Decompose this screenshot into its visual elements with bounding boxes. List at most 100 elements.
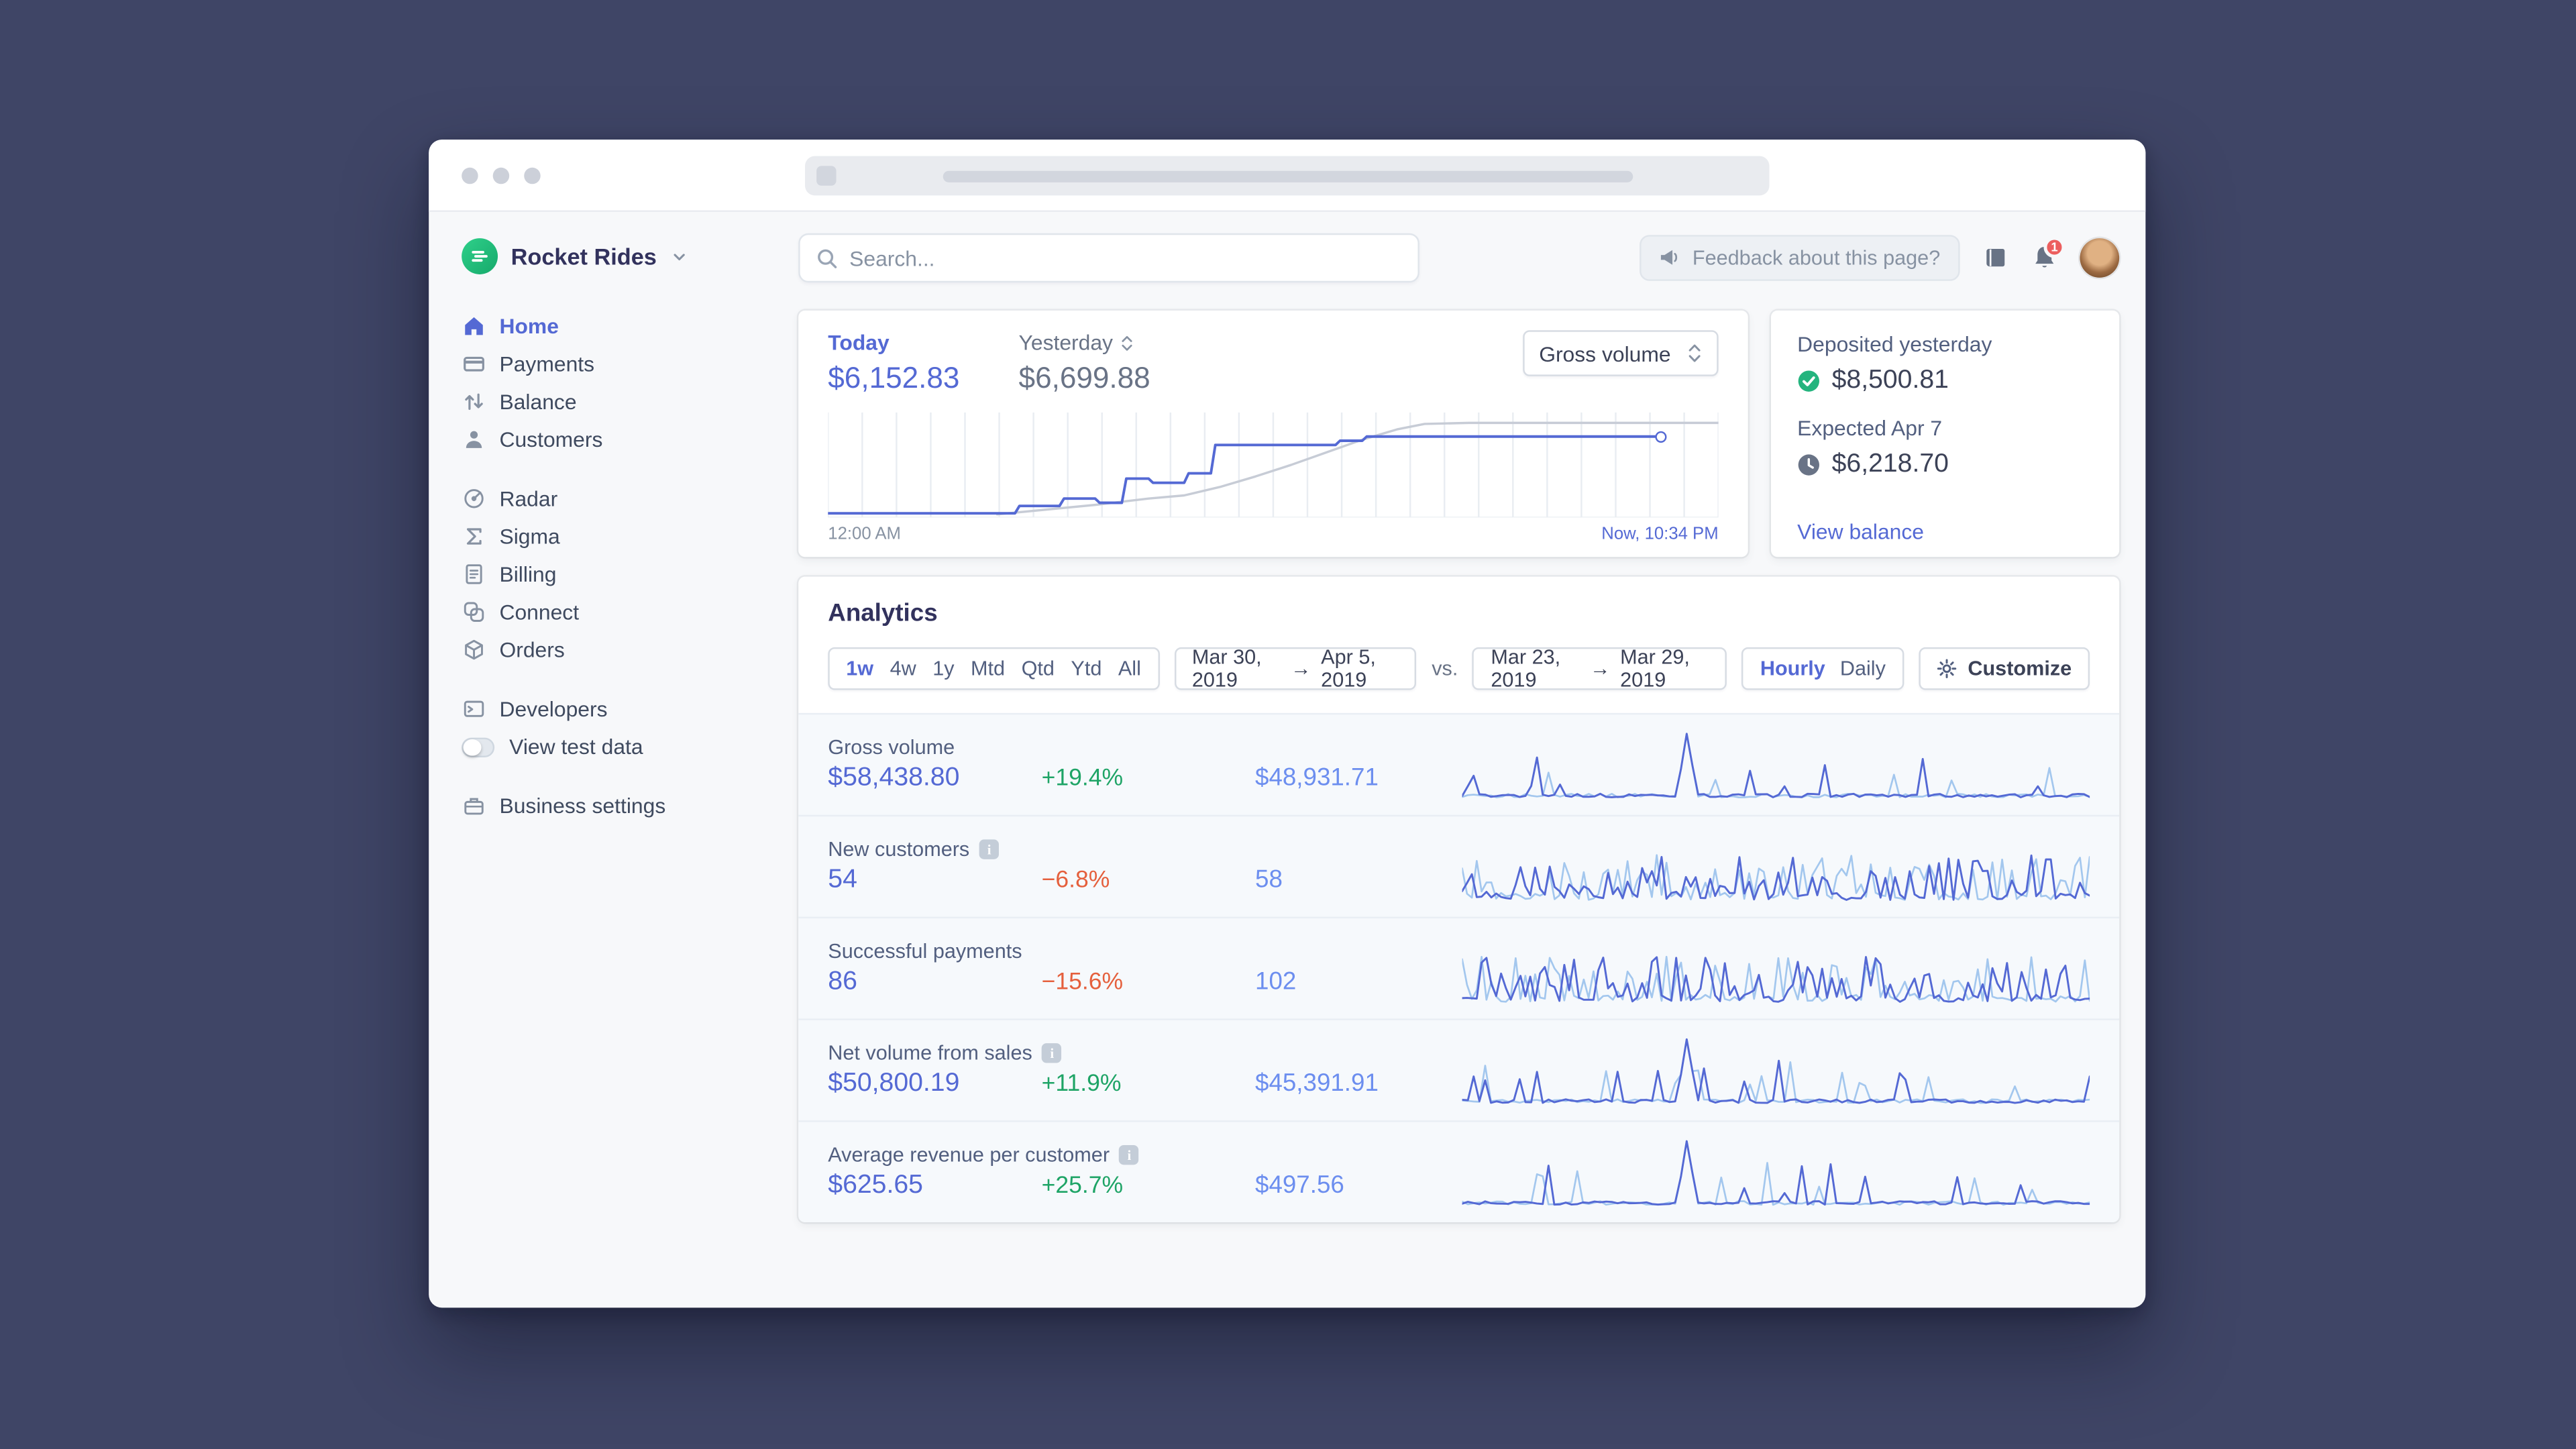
sidebar-item-label: Balance (499, 389, 577, 415)
window-control-dot[interactable] (492, 166, 510, 184)
expected-value: $6,218.70 (1831, 450, 1949, 478)
sidebar-item-customers[interactable]: Customers (462, 421, 782, 458)
range-end: Mar 29, 2019 (1620, 645, 1690, 692)
analytics-row-gross-volume[interactable]: Gross volume $58,438.80 +19.4% $48,931.7… (798, 712, 2120, 815)
credit-card-icon (462, 352, 484, 375)
primary-date-range[interactable]: Mar 30, 2019 → Apr 5, 2019 (1173, 645, 1417, 692)
search-icon (816, 248, 838, 269)
home-icon (462, 315, 484, 337)
sidebar-item-label: Orders (499, 637, 565, 662)
analytics-row-new-customers[interactable]: New customers i 54 −6.8% 58 (798, 814, 2120, 917)
terminal-icon (462, 698, 484, 720)
metric-select[interactable]: Gross volume (1522, 330, 1719, 376)
check-circle-icon (1797, 370, 1820, 392)
sort-chevrons-icon[interactable] (1121, 334, 1134, 350)
info-icon[interactable]: i (1119, 1144, 1140, 1165)
notification-badge: 1 (2043, 236, 2065, 258)
interval-qtd[interactable]: Qtd (1022, 657, 1055, 680)
search-box[interactable] (798, 233, 1419, 283)
sidebar-item-label: Sigma (499, 524, 560, 549)
account-switcher[interactable]: Rocket Rides (462, 238, 782, 274)
metric-label: Successful payments (828, 939, 1022, 963)
sidebar-item-developers[interactable]: Developers (462, 690, 782, 728)
address-bar[interactable] (805, 156, 1770, 196)
window-control-dot[interactable] (462, 166, 478, 184)
today-metric: Today $6,152.83 (828, 330, 959, 396)
sidebar-item-home[interactable]: Home (462, 307, 782, 345)
feedback-label: Feedback about this page? (1692, 246, 1941, 270)
info-icon[interactable]: i (1042, 1043, 1062, 1063)
notifications-button[interactable]: 1 (2032, 236, 2065, 271)
browser-chrome (429, 140, 2146, 212)
sidebar: Rocket Rides Home Payments Balance Custo… (429, 212, 798, 1307)
range-end: Apr 5, 2019 (1321, 645, 1376, 692)
analytics-row-average-revenue[interactable]: Average revenue per customer i $625.65 +… (798, 1120, 2120, 1223)
metric-compare-value: $45,391.91 (1255, 1069, 1379, 1097)
feedback-button[interactable]: Feedback about this page? (1640, 235, 1960, 281)
sigma-icon (462, 525, 484, 547)
today-vs-yesterday-chart (828, 413, 1718, 518)
toggle-label: View test data (509, 734, 643, 759)
yesterday-label: Yesterday (1018, 330, 1113, 355)
granularity-hourly[interactable]: Hourly (1760, 657, 1825, 680)
axis-start-label: 12:00 AM (828, 524, 901, 544)
sidebar-item-label: Radar (499, 486, 558, 511)
axis-now-label: Now, 10:34 PM (1601, 524, 1719, 544)
interval-1w[interactable]: 1w (846, 657, 873, 680)
sidebar-item-label: Billing (499, 561, 557, 587)
interval-all[interactable]: All (1118, 657, 1141, 680)
interval-mtd[interactable]: Mtd (971, 657, 1005, 680)
interval-picker: 1w 4w 1y Mtd Qtd Ytd All (828, 647, 1159, 690)
radar-icon (462, 487, 484, 510)
test-data-toggle[interactable] (462, 737, 495, 757)
topbar: Feedback about this page? 1 (798, 233, 2120, 283)
sidebar-item-balance[interactable]: Balance (462, 383, 782, 421)
arrow-right-icon: → (1290, 657, 1311, 680)
view-test-data-toggle-row[interactable]: View test data (462, 728, 782, 765)
analytics-row-net-volume[interactable]: Net volume from sales i $50,800.19 +11.9… (798, 1018, 2120, 1121)
yesterday-value: $6,699.88 (1018, 361, 1150, 394)
sidebar-item-sigma[interactable]: Sigma (462, 517, 782, 555)
view-balance-link[interactable]: View balance (1797, 519, 1924, 544)
interval-ytd[interactable]: Ytd (1071, 657, 1102, 680)
chart-axis-labels: 12:00 AM Now, 10:34 PM (828, 524, 1718, 543)
deposited-value: $8,500.81 (1831, 366, 1949, 394)
window-control-dot[interactable] (524, 166, 541, 184)
book-icon (1986, 248, 2005, 266)
box-icon (462, 638, 484, 661)
granularity-daily[interactable]: Daily (1840, 657, 1886, 680)
compare-date-range[interactable]: Mar 23, 2019 → Mar 29, 2019 (1472, 645, 1727, 692)
customize-button[interactable]: Customize (1918, 647, 2090, 690)
overview-row: Today $6,152.83 Yesterday $6,699.88 Gros… (798, 310, 2120, 557)
interval-1y[interactable]: 1y (932, 657, 954, 680)
search-input[interactable] (849, 246, 1401, 270)
metric-sparkline (1462, 1136, 2090, 1208)
metric-value: $50,800.19 (828, 1069, 960, 1097)
metric-sparkline (1462, 830, 2090, 903)
sidebar-item-billing[interactable]: Billing (462, 555, 782, 593)
site-favicon-placeholder (816, 166, 837, 186)
sidebar-item-payments[interactable]: Payments (462, 345, 782, 382)
user-avatar[interactable] (2080, 238, 2120, 278)
metric-label: New customers (828, 837, 970, 861)
customize-label: Customize (1968, 657, 2072, 680)
sidebar-item-business-settings[interactable]: Business settings (462, 787, 782, 824)
analytics-row-successful-payments[interactable]: Successful payments 86 −15.6% 102 (798, 916, 2120, 1019)
sidebar-item-connect[interactable]: Connect (462, 593, 782, 631)
deposited-label: Deposited yesterday (1797, 331, 1992, 357)
range-start: Mar 30, 2019 (1191, 645, 1262, 692)
interval-4w[interactable]: 4w (890, 657, 916, 680)
metric-label: Average revenue per customer (828, 1143, 1110, 1167)
url-text-placeholder (942, 170, 1633, 182)
granularity-picker: Hourly Daily (1741, 647, 1904, 690)
info-icon[interactable]: i (979, 839, 1000, 859)
metric-sparkline (1462, 1034, 2090, 1107)
chevron-down-icon (672, 249, 686, 264)
toggle-knob (463, 738, 482, 755)
main-content: Feedback about this page? 1 (798, 212, 2145, 1307)
docs-button[interactable] (1983, 246, 2009, 270)
sidebar-item-orders[interactable]: Orders (462, 631, 782, 668)
browser-window: Rocket Rides Home Payments Balance Custo… (429, 140, 2146, 1308)
invoice-icon (462, 563, 484, 586)
sidebar-item-radar[interactable]: Radar (462, 480, 782, 517)
